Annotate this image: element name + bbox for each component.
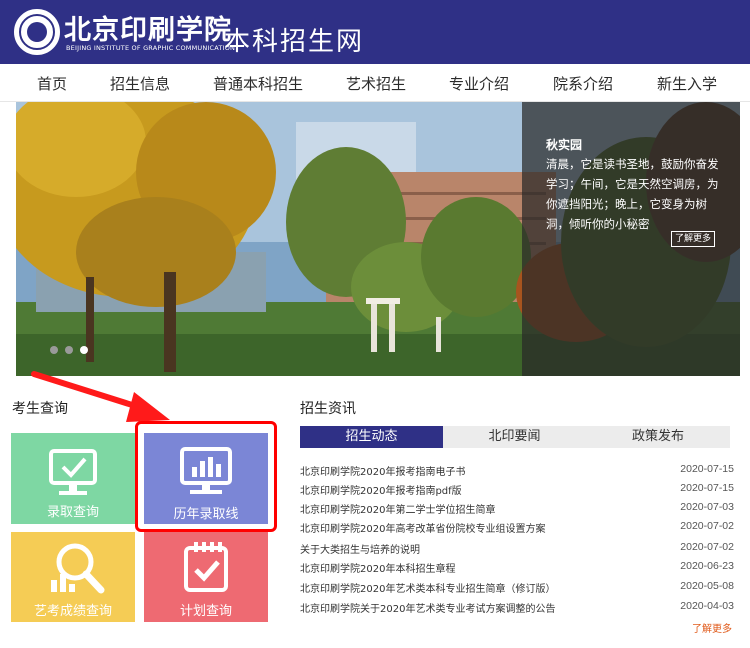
tab-campus-news[interactable]: 北印要闻	[443, 426, 586, 448]
news-item-date: 2020-07-15	[680, 463, 734, 475]
nav-item-art[interactable]: 艺术招生	[346, 73, 406, 94]
highlight-annotation	[135, 421, 277, 532]
news-tabs: 招生动态 北印要闻 政策发布	[300, 426, 730, 448]
news-item-title[interactable]: 关于大类招生与培养的说明	[300, 541, 420, 556]
news-item-date: 2020-07-02	[680, 520, 734, 532]
news-item[interactable]: 北京印刷学院2020年报考指南pdf版 2020-07-15	[300, 482, 734, 501]
slide-dot-3[interactable]	[80, 346, 88, 354]
main-nav: 首页 招生信息 普通本科招生 艺术招生 专业介绍 院系介绍 新生入学	[0, 64, 750, 102]
news-item-date: 2020-07-03	[680, 501, 734, 513]
banner-caption: 秋实园 清晨，它是读书圣地，鼓励你奋发学习；午间，它是天然空调房，为你遮挡阳光；…	[522, 102, 740, 376]
nav-item-undergrad[interactable]: 普通本科招生	[213, 73, 303, 94]
news-item-title[interactable]: 北京印刷学院关于2020年艺术类专业考试方案调整的公告	[300, 600, 555, 615]
news-item[interactable]: 北京印刷学院2020年第二学士学位招生简章 2020-07-03	[300, 501, 734, 520]
news-item-date: 2020-05-08	[680, 580, 734, 592]
news-item-title[interactable]: 北京印刷学院2020年高考改革省份院校专业组设置方案	[300, 520, 545, 535]
admission-query-tile[interactable]: 录取查询	[11, 433, 135, 524]
news-item-title[interactable]: 北京印刷学院2020年本科招生章程	[300, 560, 455, 575]
news-item[interactable]: 北京印刷学院2020年本科招生章程 2020-06-23	[300, 560, 734, 579]
nav-item-home[interactable]: 首页	[37, 73, 67, 94]
news-more-link[interactable]: 了解更多	[692, 620, 732, 635]
site-header: 北京印刷学院 BEIJING INSTITUTE OF GRAPHIC COMM…	[0, 0, 750, 64]
news-item-title[interactable]: 北京印刷学院2020年报考指南电子书	[300, 463, 465, 478]
plan-query-tile[interactable]: 计划查询	[144, 532, 268, 622]
news-item[interactable]: 北京印刷学院2020年艺术类本科专业招生简章（修订版） 2020-05-08	[300, 580, 734, 599]
slide-dot-1[interactable]	[50, 346, 58, 354]
news-section-title: 招生资讯	[300, 401, 356, 417]
admission-query-label: 录取查询	[46, 505, 99, 520]
nav-item-freshmen[interactable]: 新生入学	[657, 73, 717, 94]
news-item[interactable]: 北京印刷学院关于2020年艺术类专业考试方案调整的公告 2020-04-03	[300, 600, 734, 619]
hero-banner[interactable]: 秋实园 清晨，它是读书圣地，鼓励你奋发学习；午间，它是天然空调房，为你遮挡阳光；…	[16, 102, 740, 376]
nav-item-majors[interactable]: 专业介绍	[449, 73, 509, 94]
caption-body: 清晨，它是读书圣地，鼓励你奋发学习；午间，它是天然空调房，为你遮挡阳光；晚上，它…	[546, 157, 719, 231]
news-item-date: 2020-07-02	[680, 541, 734, 553]
site-title: 本科招生网	[224, 27, 365, 57]
school-name-en: BEIJING INSTITUTE OF GRAPHIC COMMUNICATI…	[66, 44, 236, 52]
news-item[interactable]: 北京印刷学院2020年高考改革省份院校专业组设置方案 2020-07-02	[300, 520, 734, 539]
banner-more-button[interactable]: 了解更多	[671, 231, 716, 247]
news-item-title[interactable]: 北京印刷学院2020年艺术类本科专业招生简章（修订版）	[300, 580, 555, 595]
slide-dot-2[interactable]	[65, 346, 73, 354]
art-score-query-tile[interactable]: 艺考成绩查询	[11, 532, 135, 622]
news-item[interactable]: 北京印刷学院2020年报考指南电子书 2020-07-15	[300, 463, 734, 482]
tab-admission-news[interactable]: 招生动态	[300, 426, 443, 448]
caption-title: 秋实园	[546, 138, 583, 152]
news-item-title[interactable]: 北京印刷学院2020年报考指南pdf版	[300, 482, 462, 497]
art-score-query-label: 艺考成绩查询	[33, 604, 112, 619]
school-seal-logo[interactable]	[14, 9, 60, 55]
seal-center	[27, 22, 47, 42]
news-item-date: 2020-04-03	[680, 600, 734, 612]
tab-policy[interactable]: 政策发布	[586, 426, 730, 448]
news-item-date: 2020-07-15	[680, 482, 734, 494]
news-item-date: 2020-06-23	[680, 560, 734, 572]
plan-query-label: 计划查询	[179, 604, 232, 619]
school-name-cn[interactable]: 北京印刷学院	[64, 8, 232, 47]
news-item[interactable]: 关于大类招生与培养的说明 2020-07-02	[300, 541, 734, 560]
nav-item-admission-info[interactable]: 招生信息	[110, 73, 170, 94]
news-item-title[interactable]: 北京印刷学院2020年第二学士学位招生简章	[300, 501, 495, 516]
nav-item-departments[interactable]: 院系介绍	[553, 73, 613, 94]
